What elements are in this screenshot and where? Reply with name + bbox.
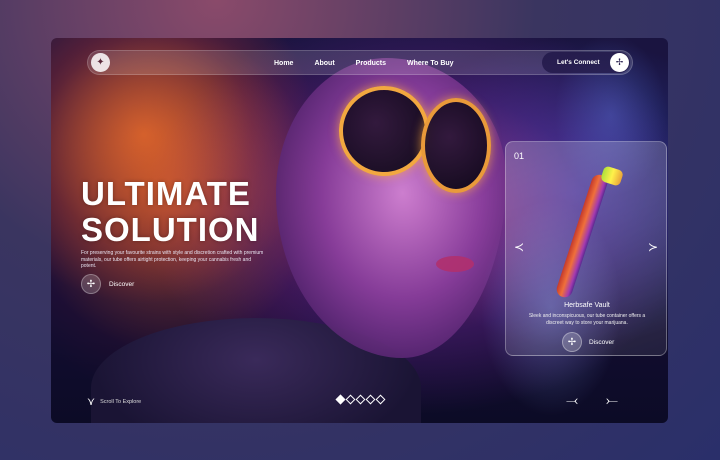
leaf-emblem-icon[interactable]: ✦ xyxy=(91,53,110,72)
product-tube-image xyxy=(554,172,610,300)
tri-blade-icon: ⋎ xyxy=(87,396,96,408)
connect-button[interactable]: Let's Connect ✢ xyxy=(542,52,630,73)
pagination-dot[interactable] xyxy=(375,394,386,405)
arrow-left-icon[interactable]: ≺ xyxy=(514,240,524,254)
tri-blade-icon: ✢ xyxy=(610,53,629,72)
arrow-left-icon[interactable]: ⤙ xyxy=(566,392,578,409)
slider-pagination xyxy=(335,394,386,405)
connect-label: Let's Connect xyxy=(557,59,600,66)
hero-title-line1: ULTIMATE xyxy=(81,175,251,212)
nav-item-where-to-buy[interactable]: Where To Buy xyxy=(407,60,454,67)
arrow-right-icon[interactable]: ≻ xyxy=(648,240,658,254)
tri-blade-icon: ✢ xyxy=(81,274,101,294)
hero-title: ULTIMATE SOLUTION xyxy=(81,176,260,248)
lips-illustration xyxy=(436,256,474,272)
pagination-dot[interactable] xyxy=(365,394,376,405)
pagination-dot[interactable] xyxy=(345,394,356,405)
hero-frame: ✦ Home About Products Where To Buy Let's… xyxy=(51,38,668,423)
slide-arrows: ⤙ ⤚ xyxy=(566,392,618,409)
product-description: Sleek and inconspicuous, our tube contai… xyxy=(528,313,646,326)
main-menu: Home About Products Where To Buy xyxy=(274,51,454,76)
top-navbar: ✦ Home About Products Where To Buy Let's… xyxy=(87,50,633,75)
tri-blade-icon: ✢ xyxy=(562,332,582,352)
product-card: 01 ≺ ≻ Herbsafe Vault Sleek and inconspi… xyxy=(505,141,667,356)
product-discover-button[interactable]: ✢ Discover xyxy=(562,332,614,352)
product-discover-label: Discover xyxy=(589,338,615,346)
product-number: 01 xyxy=(514,151,525,161)
pagination-dot[interactable] xyxy=(355,394,366,405)
pagination-dot[interactable] xyxy=(335,394,346,405)
product-name: Herbsafe Vault xyxy=(564,302,610,309)
sunglasses-lens-left xyxy=(339,86,429,176)
nav-item-about[interactable]: About xyxy=(314,60,334,67)
arrow-right-icon[interactable]: ⤚ xyxy=(606,392,618,409)
hero-discover-label: Discover xyxy=(109,280,135,288)
nav-item-home[interactable]: Home xyxy=(274,60,293,67)
scroll-to-explore[interactable]: ⋎ Scroll To Explore xyxy=(87,395,141,408)
hero-description: For preserving your favourite strains wi… xyxy=(81,250,264,269)
hero-title-line2: SOLUTION xyxy=(81,211,260,248)
scroll-label: Scroll To Explore xyxy=(100,398,142,405)
hero-discover-button[interactable]: ✢ Discover xyxy=(81,274,134,294)
nav-item-products[interactable]: Products xyxy=(356,60,386,67)
